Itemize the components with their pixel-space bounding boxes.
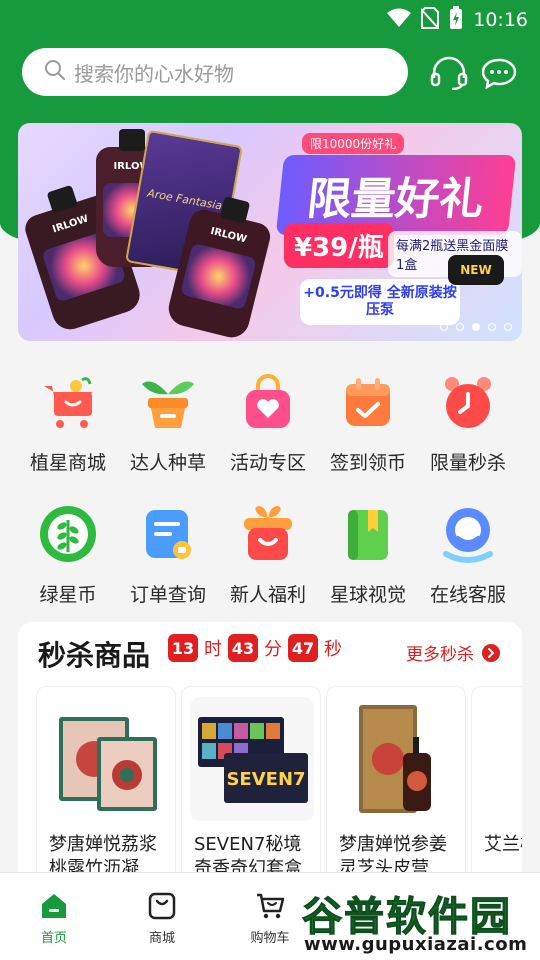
carousel-dot[interactable]	[440, 323, 448, 331]
search-icon	[44, 59, 66, 85]
product-card[interactable]: SEVEN7 SEVEN7秘境奇香奇幻套盒	[181, 686, 321, 882]
menu-item-influencer[interactable]: 达人种草	[118, 370, 218, 475]
shopping-bag-icon	[147, 891, 177, 921]
carousel-dots[interactable]	[440, 323, 512, 331]
headset-icon[interactable]	[430, 56, 468, 90]
product-image	[480, 697, 522, 821]
countdown-hours: 13	[168, 634, 198, 662]
product-card[interactable]: 梦唐婵悦参姜灵芝头皮营	[326, 686, 466, 882]
product-card[interactable]: 梦唐婵悦荔浆桃露竹沥凝	[36, 686, 176, 882]
carousel-dot[interactable]	[472, 323, 480, 331]
countdown-minutes: 43	[228, 634, 258, 662]
alarm-clock-icon	[436, 370, 500, 434]
menu-item-planet-vision[interactable]: 星球视觉	[318, 502, 418, 607]
menu-item-label: 达人种草	[129, 452, 206, 474]
carousel-dot[interactable]	[488, 323, 496, 331]
search-input[interactable]: 搜索你的心水好物	[22, 48, 408, 96]
tab-label: 商城	[148, 931, 175, 946]
countdown-timer: 13 时 43 分 47 秒	[168, 634, 342, 662]
customer-service-icon	[436, 502, 500, 566]
calendar-check-icon	[336, 370, 400, 434]
cart-icon	[36, 370, 100, 434]
svg-text:SEVEN7: SEVEN7	[226, 769, 305, 790]
search-row: 搜索你的心水好物	[22, 48, 522, 96]
chevron-right-icon	[482, 643, 500, 662]
new-badge: NEW	[448, 255, 504, 285]
quick-menu-row: 植星商城 达人种草 活动专区 签到领币 限量秒杀	[0, 370, 540, 500]
watermark-url: www.gupuxiazai.com	[304, 934, 528, 955]
menu-item-orders[interactable]: 订单查询	[118, 502, 218, 607]
menu-item-label: 订单查询	[129, 584, 206, 606]
watermark-logo: 谷普软件园 www.gupuxiazai.com	[296, 882, 540, 960]
countdown-seconds-unit: 秒	[324, 639, 342, 660]
pump-note: +0.5元即得 全新原装按压泵	[300, 279, 460, 325]
menu-item-label: 星球视觉	[329, 584, 406, 606]
product-image: SEVEN7	[190, 697, 314, 821]
flash-sale-products: 梦唐婵悦荔浆桃露竹沥凝 SEVEN7 SEVEN7秘境奇香奇幻套盒 梦唐婵悦参姜…	[36, 686, 522, 882]
menu-item-checkin[interactable]: 签到领币	[318, 370, 418, 475]
search-placeholder: 搜索你的心水好物	[74, 61, 234, 86]
book-icon	[336, 502, 400, 566]
menu-item-events[interactable]: 活动专区	[218, 370, 318, 475]
quick-menu-row: 绿星币 订单查询 新人福利 星球视觉 在线客服	[0, 502, 540, 632]
plant-pot-icon	[136, 370, 200, 434]
flash-sale-section: 秒杀商品 13 时 43 分 47 秒 更多秒杀 梦唐婵悦荔浆桃露竹沥凝 SEV…	[18, 622, 522, 882]
menu-item-newcomer[interactable]: 新人福利	[218, 502, 318, 607]
status-time: 10:16	[473, 9, 528, 31]
product-name: 艾兰桃	[484, 834, 522, 855]
chat-bubble-icon[interactable]	[480, 56, 518, 90]
shopping-cart-icon	[255, 891, 285, 921]
tab-label: 首页	[40, 931, 67, 946]
promo-tag: 限10000份好礼	[302, 133, 405, 154]
menu-item-label: 植星商城	[29, 452, 106, 474]
menu-item-label: 签到领币	[329, 452, 406, 474]
menu-item-green-coin[interactable]: 绿星币	[18, 502, 118, 607]
heart-bag-icon	[236, 370, 300, 434]
countdown-seconds: 47	[288, 634, 318, 662]
countdown-hours-unit: 时	[204, 639, 222, 660]
more-flash-sale-link[interactable]: 更多秒杀	[406, 640, 500, 665]
status-bar: 10:16	[0, 0, 540, 36]
menu-item-online-service[interactable]: 在线客服	[418, 502, 518, 607]
menu-item-label: 限量秒杀	[429, 452, 506, 474]
gift-box-icon	[236, 502, 300, 566]
product-image	[45, 697, 169, 821]
menu-item-label: 活动专区	[229, 452, 306, 474]
promo-banner[interactable]: IRLOW IRLOW Aroe Fantasia IRLOW 限10000份好…	[18, 123, 522, 341]
menu-item-label: 在线客服	[429, 584, 506, 606]
leaf-coin-icon	[36, 502, 100, 566]
no-sim-icon	[420, 7, 440, 33]
more-flash-sale-label: 更多秒杀	[406, 645, 474, 665]
carousel-dot[interactable]	[504, 323, 512, 331]
product-image	[335, 697, 459, 821]
promo-price: ¥39/瓶	[284, 223, 394, 268]
tab-home[interactable]: 首页	[14, 891, 94, 946]
wifi-icon	[387, 8, 412, 32]
product-card[interactable]: 艾兰桃	[471, 686, 522, 882]
countdown-minutes-unit: 分	[264, 639, 282, 660]
battery-charging-icon	[449, 6, 463, 34]
menu-item-label: 新人福利	[229, 584, 306, 606]
menu-item-label: 绿星币	[39, 584, 97, 606]
carousel-dot[interactable]	[456, 323, 464, 331]
order-doc-icon	[136, 502, 200, 566]
tab-label: 购物车	[250, 931, 290, 946]
menu-item-mall[interactable]: 植星商城	[18, 370, 118, 475]
home-icon	[39, 891, 69, 921]
flash-sale-title: 秒杀商品	[38, 639, 151, 672]
tab-mall[interactable]: 商城	[122, 891, 202, 946]
menu-item-flash-sale[interactable]: 限量秒杀	[418, 370, 518, 475]
